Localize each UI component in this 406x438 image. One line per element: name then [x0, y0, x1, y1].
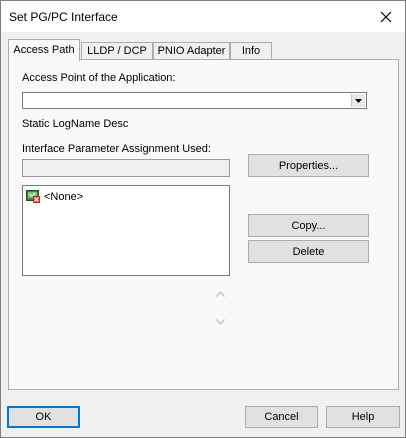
- chevron-down-icon: [355, 98, 362, 103]
- network-adapter-none-icon: [26, 190, 40, 203]
- tab-lldp-dcp[interactable]: LLDP / DCP: [81, 42, 153, 60]
- tab-label: PNIO Adapter: [157, 45, 226, 57]
- tab-label: LLDP / DCP: [87, 45, 147, 57]
- static-logname-text: Static LogName Desc: [22, 118, 129, 130]
- interface-param-label: Interface Parameter Assignment Used:: [22, 143, 211, 155]
- cancel-button-label: Cancel: [264, 411, 299, 423]
- interface-list[interactable]: <None>: [22, 185, 230, 276]
- title-bar[interactable]: Set PG/PC Interface: [1, 1, 405, 32]
- close-icon: [380, 11, 392, 22]
- tab-access-path[interactable]: Access Path: [8, 39, 80, 61]
- cancel-button[interactable]: Cancel: [245, 406, 318, 428]
- list-item[interactable]: <None>: [26, 190, 83, 203]
- scroll-down-button[interactable]: [213, 315, 227, 329]
- chevron-down-icon: [215, 319, 225, 325]
- ok-button-label: OK: [35, 411, 52, 423]
- tab-label: Info: [241, 45, 261, 57]
- access-point-select[interactable]: [22, 92, 367, 109]
- delete-button-label: Delete: [292, 245, 325, 258]
- interface-param-field: [22, 159, 230, 177]
- copy-button-label: Copy...: [291, 219, 326, 232]
- scroll-up-button[interactable]: [213, 287, 227, 301]
- close-button[interactable]: [367, 1, 405, 32]
- help-button-label: Help: [351, 411, 375, 423]
- dropdown-button[interactable]: [351, 94, 365, 107]
- delete-button[interactable]: Delete: [248, 240, 369, 263]
- copy-button[interactable]: Copy...: [248, 214, 369, 237]
- tab-pnio-adapter[interactable]: PNIO Adapter: [153, 42, 230, 60]
- dialog-window: Set PG/PC Interface Access Path LLDP / D…: [0, 0, 406, 438]
- tab-label: Access Path: [13, 44, 75, 56]
- properties-button[interactable]: Properties...: [248, 154, 369, 177]
- chevron-up-icon: [215, 291, 225, 297]
- properties-button-label: Properties...: [278, 159, 339, 172]
- ok-button[interactable]: OK: [7, 406, 80, 428]
- list-item-label: <None>: [44, 190, 84, 203]
- window-title: Set PG/PC Interface: [9, 10, 118, 24]
- tab-info[interactable]: Info: [230, 42, 272, 60]
- help-button[interactable]: Help: [326, 406, 400, 428]
- access-point-label: Access Point of the Application:: [22, 72, 176, 84]
